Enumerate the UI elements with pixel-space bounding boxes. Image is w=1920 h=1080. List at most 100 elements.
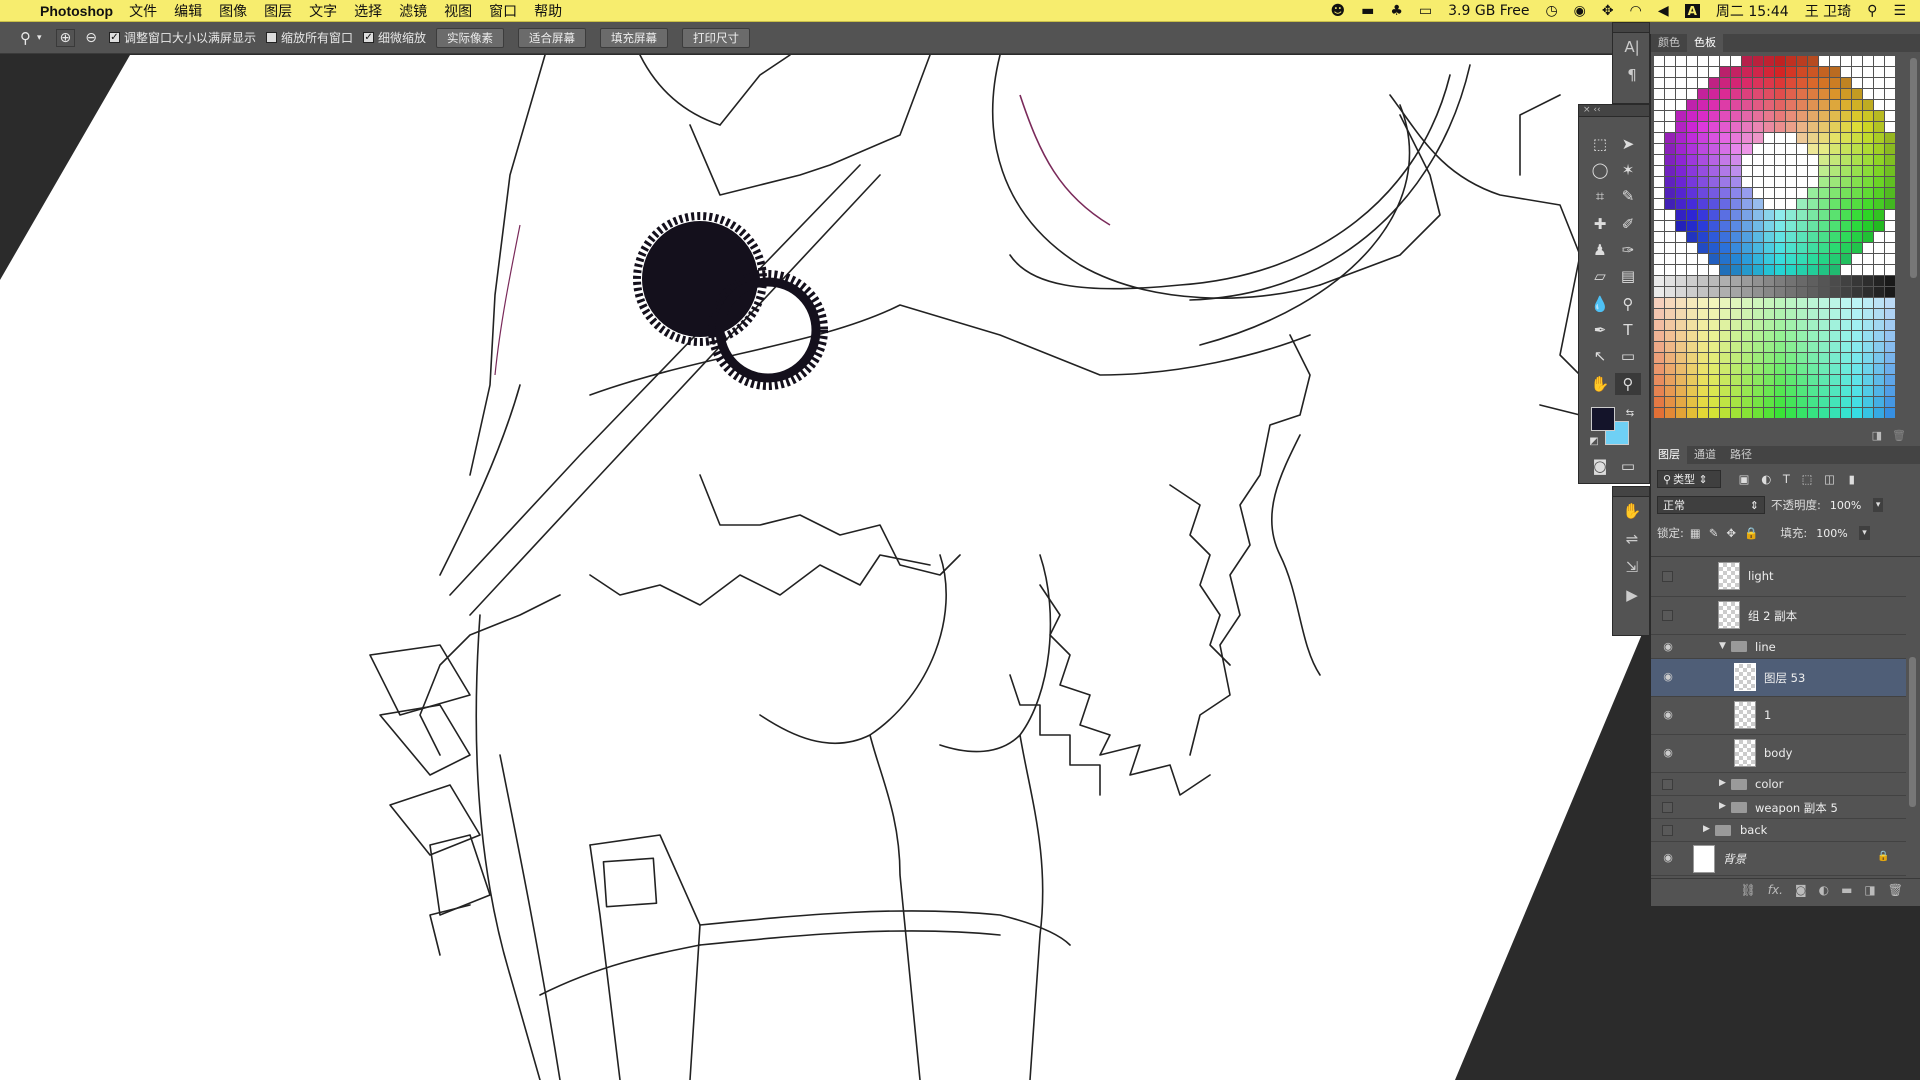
swatch[interactable] [1841,122,1851,132]
swatch[interactable] [1874,144,1884,154]
layer-name[interactable]: 1 [1764,708,1771,722]
lock-pixels-icon[interactable]: ✎ [1709,526,1719,540]
memory-status[interactable]: 3.9 GB Free [1448,3,1529,19]
swatch[interactable] [1885,133,1895,143]
swatch[interactable] [1874,254,1884,264]
swatch[interactable] [1775,122,1785,132]
layer-name[interactable]: 背景 [1723,851,1746,867]
swatch[interactable] [1698,408,1708,418]
swatch[interactable] [1654,232,1664,242]
swatch[interactable] [1753,287,1763,297]
swatch[interactable] [1874,243,1884,253]
swatch[interactable] [1874,188,1884,198]
crop-tool-icon[interactable]: ⌗ [1587,185,1613,207]
swatch[interactable] [1720,122,1730,132]
swatch[interactable] [1841,265,1851,275]
swatch[interactable] [1841,133,1851,143]
swatch[interactable] [1742,254,1752,264]
swatch[interactable] [1764,177,1774,187]
swatch[interactable] [1797,111,1807,121]
swatch[interactable] [1764,353,1774,363]
swatch[interactable] [1819,122,1829,132]
swatch[interactable] [1687,265,1697,275]
swatch[interactable] [1654,375,1664,385]
actions-play-icon[interactable]: ▶ [1613,581,1651,609]
swatch[interactable] [1863,188,1873,198]
swatch[interactable] [1698,320,1708,330]
group-collapsed-triangle-icon[interactable]: ▶ [1719,778,1726,788]
swatch[interactable] [1819,67,1829,77]
swatch[interactable] [1841,166,1851,176]
zoom-all-windows-checkbox[interactable]: 缩放所有窗口 [266,29,353,46]
swatch[interactable] [1863,111,1873,121]
swatch[interactable] [1852,144,1862,154]
swatch[interactable] [1698,375,1708,385]
layers-scrollbar[interactable] [1909,657,1916,807]
swatch[interactable] [1852,309,1862,319]
new-swatch-icon[interactable]: ◨ [1872,429,1882,442]
swatch[interactable] [1775,166,1785,176]
layer-group-row[interactable]: ▶ back [1651,819,1906,842]
swatch[interactable] [1764,364,1774,374]
swatch[interactable] [1885,188,1895,198]
swatch[interactable] [1786,243,1796,253]
swatch[interactable] [1786,309,1796,319]
swatch[interactable] [1874,364,1884,374]
input-method-icon[interactable]: A [1684,4,1700,18]
swatch[interactable] [1654,331,1664,341]
volume-icon[interactable]: ◀ [1658,3,1669,19]
swatch[interactable] [1687,133,1697,143]
swatch-grid[interactable] [1654,56,1898,428]
swatch[interactable] [1830,232,1840,242]
swatch[interactable] [1731,254,1741,264]
swatch[interactable] [1698,364,1708,374]
swatch[interactable] [1808,122,1818,132]
fill-screen-button[interactable]: 填充屏幕 [600,27,669,48]
swatch[interactable] [1874,397,1884,407]
swatch[interactable] [1786,353,1796,363]
folder-icon[interactable]: ▬ [1361,3,1374,19]
swatch[interactable] [1709,199,1719,209]
pen-tool-icon[interactable]: ✒ [1587,319,1613,341]
swatch[interactable] [1830,133,1840,143]
swatch[interactable] [1874,331,1884,341]
swatch[interactable] [1709,364,1719,374]
swatch[interactable] [1841,100,1851,110]
swatch[interactable] [1687,188,1697,198]
swatch[interactable] [1841,111,1851,121]
swatch[interactable] [1797,243,1807,253]
swatch[interactable] [1676,210,1686,220]
swatch[interactable] [1764,408,1774,418]
layer-group-row[interactable]: ▶ color [1651,773,1906,796]
swatch[interactable] [1731,287,1741,297]
scrubby-zoom-checkbox[interactable]: ✓ 细微缩放 [363,29,426,46]
swatch[interactable] [1687,298,1697,308]
swatch[interactable] [1874,386,1884,396]
swatch[interactable] [1665,56,1675,66]
swatch[interactable] [1885,408,1895,418]
swatch[interactable] [1742,232,1752,242]
swatch[interactable] [1775,364,1785,374]
swatch[interactable] [1742,78,1752,88]
swatch[interactable] [1808,243,1818,253]
swatch[interactable] [1720,133,1730,143]
layer-name[interactable]: light [1748,569,1774,583]
swatch[interactable] [1819,298,1829,308]
print-size-button[interactable]: 打印尺寸 [682,27,751,48]
swatch[interactable] [1852,331,1862,341]
menu-select[interactable]: 选择 [354,1,382,21]
swatch[interactable] [1830,210,1840,220]
swatch[interactable] [1863,56,1873,66]
swatch[interactable] [1819,232,1829,242]
swatch[interactable] [1720,56,1730,66]
swatch[interactable] [1841,287,1851,297]
swatch[interactable] [1676,177,1686,187]
swatch[interactable] [1731,188,1741,198]
tab-paths[interactable]: 路径 [1723,446,1759,464]
swatch[interactable] [1720,67,1730,77]
swatch[interactable] [1676,155,1686,165]
swatch[interactable] [1808,56,1818,66]
swatch[interactable] [1720,375,1730,385]
swatch[interactable] [1764,243,1774,253]
swatch[interactable] [1808,111,1818,121]
